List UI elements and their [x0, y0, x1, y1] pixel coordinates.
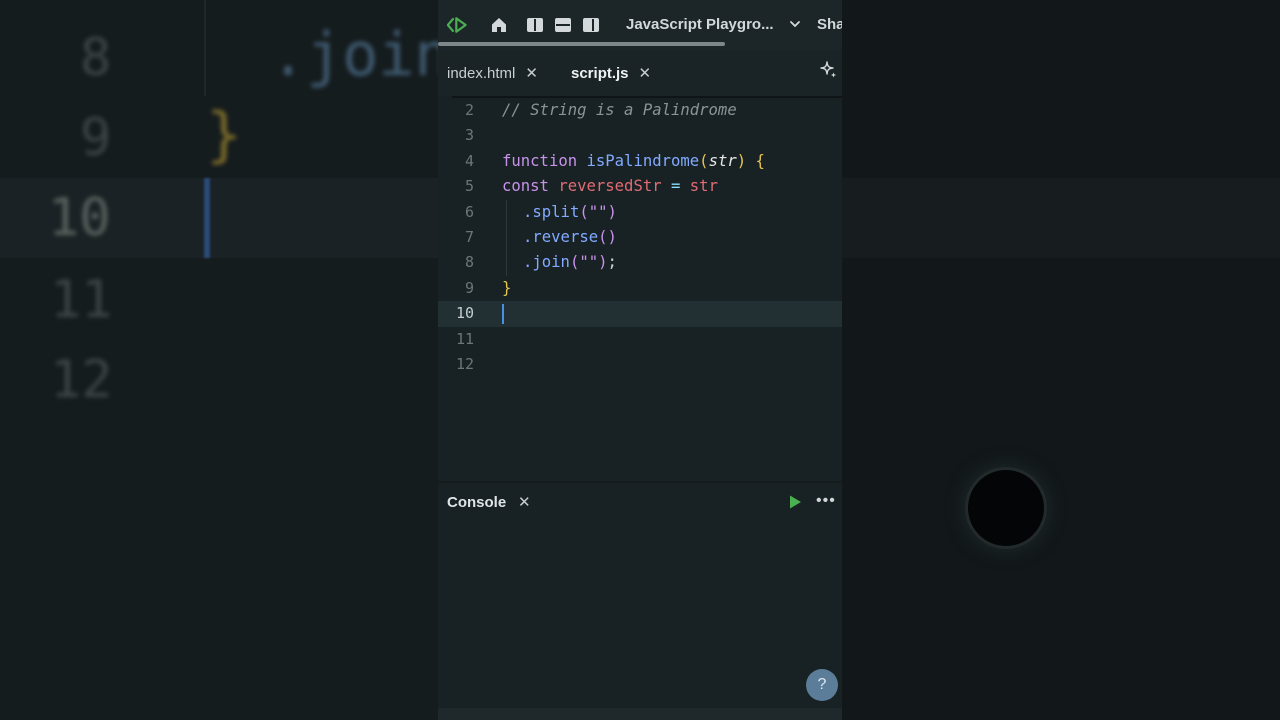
line-number: 11	[455, 329, 474, 348]
code-parameter: str	[708, 151, 737, 170]
line-number: 5	[464, 177, 474, 196]
background-gutter-line	[204, 0, 206, 96]
code-paren: (	[699, 151, 709, 170]
code-line: 11	[438, 327, 842, 352]
playground-logo-icon[interactable]	[447, 14, 469, 36]
line-number: 9	[464, 278, 474, 297]
code-function-name: isPalindrome	[586, 151, 700, 170]
code-method: .split	[523, 202, 580, 221]
code-line: 7 .reverse()	[438, 225, 842, 250]
background-code-fragment: .join	[270, 20, 451, 90]
layout-sidebar-icon[interactable]	[580, 14, 602, 36]
code-line: 12	[438, 352, 842, 377]
code-brace: }	[502, 278, 512, 297]
line-number: 12	[455, 355, 474, 373]
code-args: ()	[598, 228, 617, 246]
touch-indicator	[968, 470, 1044, 546]
code-line: 6 .split("")	[438, 200, 842, 225]
share-button[interactable]: Sha	[817, 16, 842, 33]
help-button[interactable]: ?	[806, 669, 838, 701]
code-brace: {	[755, 151, 765, 170]
code-method: .join	[523, 253, 570, 272]
line-number: 6	[464, 202, 474, 221]
bottom-scrollbar[interactable]	[438, 708, 842, 720]
background-line-number: 11	[50, 270, 113, 330]
home-icon[interactable]	[488, 14, 510, 36]
code-operator: =	[671, 177, 681, 196]
code-keyword: const	[502, 177, 549, 196]
line-number: 4	[464, 151, 474, 170]
code-line-active: 10	[438, 301, 842, 327]
code-comment: // String is a Palindrome	[502, 101, 737, 119]
tab-label: script.js	[571, 64, 629, 82]
code-variable: str	[689, 177, 718, 196]
line-number: 8	[464, 253, 474, 272]
background-caret	[204, 178, 210, 258]
background-line-number: 12	[50, 350, 113, 410]
ai-sparkle-icon[interactable]	[818, 60, 838, 80]
line-number: 7	[464, 228, 474, 246]
background-line-number: 8	[80, 28, 112, 88]
console-title: Console	[447, 494, 507, 511]
close-icon[interactable]: ✕	[525, 64, 538, 82]
editor-app: JavaScript Playgro... Sha index.html ✕ s…	[438, 0, 842, 720]
background-shade	[842, 0, 1280, 720]
code-args: ("")	[569, 253, 608, 272]
line-number: 2	[464, 101, 474, 119]
chevron-down-icon[interactable]	[789, 17, 801, 35]
code-method: .reverse	[523, 228, 599, 246]
line-number: 10	[455, 304, 474, 323]
code-keyword: function	[502, 151, 578, 170]
code-line: 5 const reversedStr = str	[438, 174, 842, 199]
background-brace: }	[206, 100, 243, 170]
code-line: 4 function isPalindrome(str) {	[438, 149, 842, 174]
more-options-icon[interactable]: •••	[816, 492, 836, 510]
layout-stacked-icon[interactable]	[552, 14, 574, 36]
project-title[interactable]: JavaScript Playgro...	[626, 16, 774, 33]
code-line: 9 }	[438, 276, 842, 301]
loading-progress-bar	[438, 42, 725, 46]
code-semicolon: ;	[607, 253, 617, 272]
line-number: 3	[464, 126, 474, 145]
close-icon[interactable]: ✕	[518, 493, 531, 511]
tab-index-html[interactable]: index.html ✕	[447, 62, 538, 84]
text-caret	[502, 304, 504, 325]
code-paren: )	[736, 151, 747, 170]
close-icon[interactable]: ✕	[639, 64, 652, 82]
tab-script-js[interactable]: script.js ✕	[571, 62, 651, 84]
tab-label: index.html	[447, 64, 516, 82]
code-editor[interactable]: 2 // String is a Palindrome 3 4 function…	[438, 98, 842, 518]
run-icon[interactable]	[787, 494, 803, 510]
background-line-number: 9	[80, 108, 112, 168]
code-line: 8 .join("");	[438, 250, 842, 275]
code-line: 3	[438, 123, 842, 148]
code-line: 2 // String is a Palindrome	[438, 98, 842, 123]
code-args: ("")	[579, 202, 617, 221]
layout-split-icon[interactable]	[524, 14, 546, 36]
background-line-number: 10	[48, 188, 111, 248]
code-variable: reversedStr	[558, 177, 662, 196]
console-panel: Console ✕ ••• ?	[438, 481, 842, 720]
file-tabs: index.html ✕ script.js ✕	[438, 50, 842, 96]
